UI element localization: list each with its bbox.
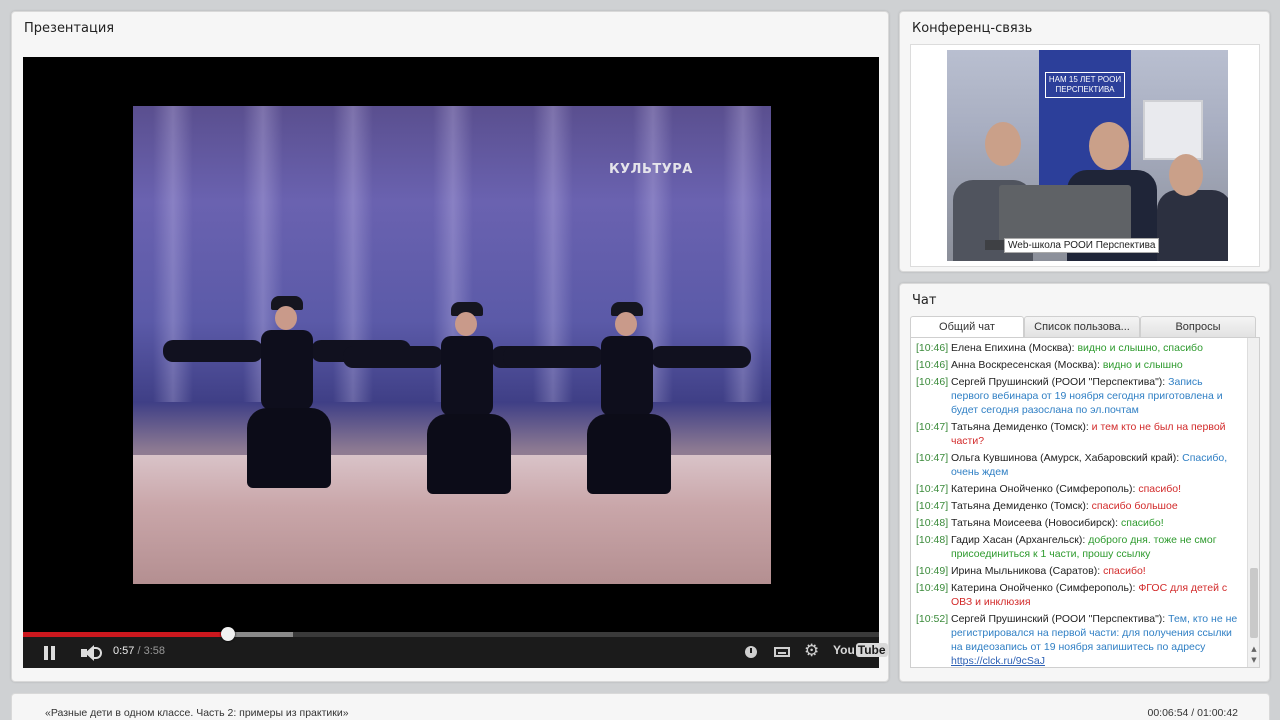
footer-bar: «Разные дети в одном классе. Часть 2: пр… xyxy=(11,693,1270,720)
message-timestamp: [10:46] xyxy=(916,342,949,354)
chat-message: [10:47] Татьяна Демиденко (Томск): и тем … xyxy=(916,420,1243,448)
volume-icon[interactable] xyxy=(81,644,103,662)
youtube-logo-tube: Tube xyxy=(855,643,888,657)
laptop xyxy=(999,185,1131,243)
chat-message: [10:46] Сергей Прушинский (РООИ "Перспект… xyxy=(916,375,1243,417)
chat-title: Чат xyxy=(912,293,937,308)
chat-message: [10:49] Катерина Онойченко (Симферополь):… xyxy=(916,581,1243,609)
message-timestamp: [10:47] xyxy=(916,500,949,512)
message-timestamp: [10:48] xyxy=(916,534,949,546)
youtube-logo-you: You xyxy=(833,643,855,657)
chat-message: [10:46] Елена Епихина (Москва): видно и с… xyxy=(916,341,1243,355)
current-time: 0:57 xyxy=(113,645,135,657)
webcam-caption: Web-школа РООИ Перспектива xyxy=(1004,238,1160,253)
message-text: спасибо! xyxy=(1103,565,1146,577)
chat-message: [10:49] Ирина Мыльникова (Саратов): спаси… xyxy=(916,564,1243,578)
dancer-figure xyxy=(343,302,591,502)
progress-played xyxy=(23,632,228,637)
message-text: видно и слышно xyxy=(1102,359,1183,371)
message-author: Татьяна Демиденко (Томск): xyxy=(951,500,1089,512)
message-timestamp: [10:49] xyxy=(916,582,949,594)
total-time: 3:58 xyxy=(143,645,166,657)
chat-message: [10:47] Ольга Кувшинова (Амурск, Хабаровс… xyxy=(916,451,1243,479)
chat-message: [10:48] Татьяна Моисеева (Новосибирск): с… xyxy=(916,516,1243,530)
tab-questions[interactable]: Вопросы xyxy=(1140,316,1256,338)
pause-icon[interactable] xyxy=(43,646,57,660)
event-title: «Разные дети в одном классе. Часть 2: пр… xyxy=(45,707,349,719)
dancer-figure xyxy=(163,296,411,496)
chat-message-list: [10:46] Елена Епихина (Москва): видно и с… xyxy=(916,341,1243,667)
webcam-box: НАМ 15 ЛЕТ РООИ ПЕРСПЕКТИВА Web-школа РО… xyxy=(910,44,1260,267)
scroll-down-icon[interactable]: ▼ xyxy=(1249,655,1259,665)
message-link[interactable]: https://clck.ru/9cSaJ xyxy=(951,655,1045,667)
progress-bar[interactable] xyxy=(23,627,879,641)
person-left-head xyxy=(985,122,1021,166)
whiteboard xyxy=(1143,100,1203,160)
video-frame: КУЛЬТУРА xyxy=(133,106,771,584)
video-time: 0:57 / 3:58 xyxy=(113,645,165,657)
message-timestamp: [10:48] xyxy=(916,517,949,529)
person-middle-head xyxy=(1089,122,1129,170)
chat-message: [10:46] Анна Воскресенская (Москва): видн… xyxy=(916,358,1243,372)
time-separator: / xyxy=(134,645,144,657)
message-author: Катерина Онойченко (Симферополь): xyxy=(951,483,1136,495)
message-text: спасибо большое xyxy=(1091,500,1178,512)
message-author: Ольга Кувшинова (Амурск, Хабаровский кра… xyxy=(951,452,1180,464)
person-right xyxy=(1157,190,1228,261)
message-author: Ирина Мыльникова (Саратов): xyxy=(951,565,1101,577)
tab-user-list[interactable]: Список пользова... xyxy=(1024,316,1140,338)
message-timestamp: [10:46] xyxy=(916,359,949,371)
message-author: Татьяна Моисеева (Новосибирск): xyxy=(951,517,1119,529)
chat-panel: Чат Общий чат Список пользова... Вопросы… xyxy=(899,283,1270,682)
message-author: Сергей Прушинский (РООИ "Перспектива"): xyxy=(951,376,1166,388)
video-player[interactable]: КУЛЬТУРА xyxy=(23,57,879,668)
message-text: видно и слышно, спасибо xyxy=(1077,342,1203,354)
channel-logo: КУЛЬТУРА xyxy=(609,162,693,177)
message-timestamp: [10:47] xyxy=(916,421,949,433)
presentation-panel: Презентация КУЛЬТУРА 0:57 / 3:58 ⚙ You T… xyxy=(11,11,889,682)
message-author: Гадир Хасан (Архангельск): xyxy=(951,534,1086,546)
chat-tabs: Общий чат Список пользова... Вопросы xyxy=(910,316,1256,338)
conference-title: Конференц-связь xyxy=(912,21,1033,36)
message-text: спасибо! xyxy=(1121,517,1164,529)
message-author: Елена Епихина (Москва): xyxy=(951,342,1075,354)
message-timestamp: [10:49] xyxy=(916,565,949,577)
chat-message: [10:47] Татьяна Демиденко (Томск): спасиб… xyxy=(916,499,1243,513)
message-author: Татьяна Демиденко (Томск): xyxy=(951,421,1089,433)
conference-panel: Конференц-связь НАМ 15 ЛЕТ РООИ ПЕРСПЕКТ… xyxy=(899,11,1270,272)
watch-later-icon[interactable] xyxy=(745,646,757,658)
presentation-title: Презентация xyxy=(24,21,115,36)
banner-text: НАМ 15 ЛЕТ РООИ ПЕРСПЕКТИВА xyxy=(1045,72,1125,98)
message-author: Катерина Онойченко (Симферополь): xyxy=(951,582,1136,594)
captions-icon[interactable] xyxy=(774,647,790,657)
message-author: Анна Воскресенская (Москва): xyxy=(951,359,1100,371)
youtube-logo[interactable]: You Tube xyxy=(833,643,888,657)
scroll-up-icon[interactable]: ▲ xyxy=(1249,644,1259,654)
message-author: Сергей Прушинский (РООИ "Перспектива"): xyxy=(951,613,1166,625)
chat-message: [10:52] Сергей Прушинский (РООИ "Перспект… xyxy=(916,612,1243,667)
scrollbar-thumb[interactable] xyxy=(1250,568,1258,638)
chat-messages-box[interactable]: [10:46] Елена Епихина (Москва): видно и с… xyxy=(910,337,1260,668)
message-timestamp: [10:47] xyxy=(916,483,949,495)
message-timestamp: [10:47] xyxy=(916,452,949,464)
webcam-feed[interactable]: НАМ 15 ЛЕТ РООИ ПЕРСПЕКТИВА Web-школа РО… xyxy=(947,50,1228,261)
event-time: 00:06:54 / 01:00:42 xyxy=(1147,707,1239,719)
tab-general-chat[interactable]: Общий чат xyxy=(910,316,1024,338)
chat-scrollbar[interactable]: ▲ ▼ xyxy=(1247,338,1259,667)
chat-message: [10:47] Катерина Онойченко (Симферополь):… xyxy=(916,482,1243,496)
settings-gear-icon[interactable]: ⚙ xyxy=(804,641,819,661)
video-controls: 0:57 / 3:58 ⚙ You Tube xyxy=(23,627,888,668)
chat-message: [10:48] Гадир Хасан (Архангельск): доброг… xyxy=(916,533,1243,561)
message-timestamp: [10:46] xyxy=(916,376,949,388)
dancer-figure xyxy=(503,302,751,502)
message-text: спасибо! xyxy=(1138,483,1181,495)
person-right-head xyxy=(1169,154,1203,196)
progress-scrubber-handle[interactable] xyxy=(220,627,235,641)
message-timestamp: [10:52] xyxy=(916,613,949,625)
